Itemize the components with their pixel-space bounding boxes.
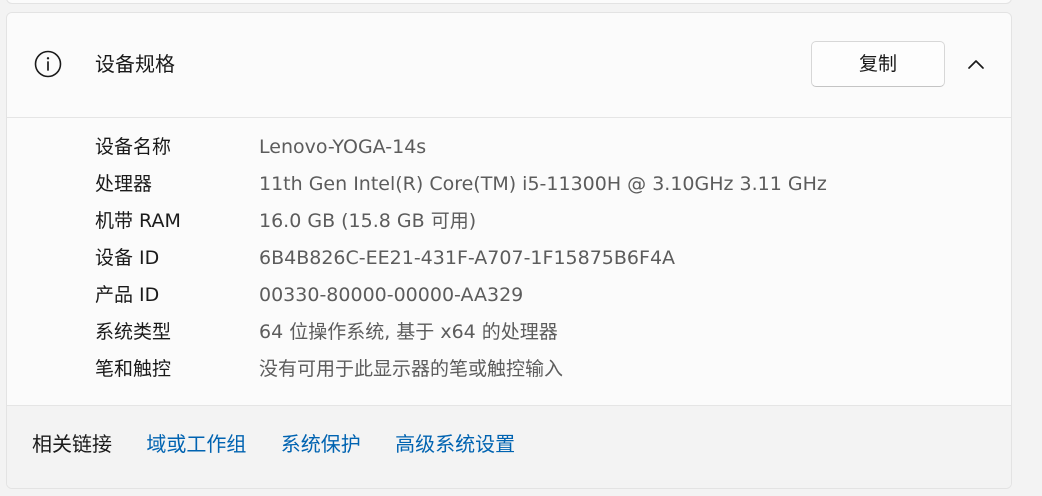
spec-value: 11th Gen Intel(R) Core(TM) i5-11300H @ 3… [259,173,827,195]
device-specifications-list: 设备名称 Lenovo-YOGA-14s 处理器 11th Gen Intel(… [95,131,975,390]
spec-row-product-id: 产品 ID 00330-80000-00000-AA329 [95,279,975,316]
link-system-protection[interactable]: 系统保护 [281,432,361,456]
spec-row-device-id: 设备 ID 6B4B826C-EE21-431F-A707-1F15875B6F… [95,242,975,279]
spec-label: 笔和触控 [95,358,172,380]
spec-row-pen-touch: 笔和触控 没有可用于此显示器的笔或触控输入 [95,353,975,390]
spec-value: 00330-80000-00000-AA329 [259,284,524,306]
related-links-bar: 相关链接 域或工作组 系统保护 高级系统设置 [7,405,1011,488]
spec-value: 没有可用于此显示器的笔或触控输入 [259,358,564,380]
device-specifications-card: 设备规格 复制 设备名称 Lenovo-YOGA-14s 处理器 11th Ge… [6,12,1012,489]
spec-label: 设备名称 [95,136,172,158]
spec-label: 系统类型 [95,321,172,343]
spec-value: 16.0 GB (15.8 GB 可用) [259,210,477,232]
chevron-up-icon[interactable] [963,54,989,74]
link-domain-workgroup[interactable]: 域或工作组 [146,432,246,456]
spec-row-processor: 处理器 11th Gen Intel(R) Core(TM) i5-11300H… [95,168,975,205]
spec-row-device-name: 设备名称 Lenovo-YOGA-14s [95,131,975,168]
previous-card-edge [6,0,1012,4]
spec-label: 设备 ID [95,247,160,269]
spec-value: 6B4B826C-EE21-431F-A707-1F15875B6F4A [259,247,676,269]
scrollbar-track[interactable] [1024,0,1042,496]
spec-label: 产品 ID [95,284,160,306]
copy-button[interactable]: 复制 [811,41,945,87]
section-title: 设备规格 [95,52,175,76]
spec-label: 处理器 [95,173,153,195]
spec-label: 机带 RAM [95,210,181,232]
link-advanced-system-settings[interactable]: 高级系统设置 [395,432,515,456]
spec-row-system-type: 系统类型 64 位操作系统, 基于 x64 的处理器 [95,316,975,353]
device-specifications-header[interactable]: 设备规格 复制 [7,13,1011,118]
spec-row-ram: 机带 RAM 16.0 GB (15.8 GB 可用) [95,205,975,242]
spec-value: 64 位操作系统, 基于 x64 的处理器 [259,321,558,343]
related-links-label: 相关链接 [32,432,112,456]
spec-value: Lenovo-YOGA-14s [259,136,427,158]
info-icon [34,50,62,78]
